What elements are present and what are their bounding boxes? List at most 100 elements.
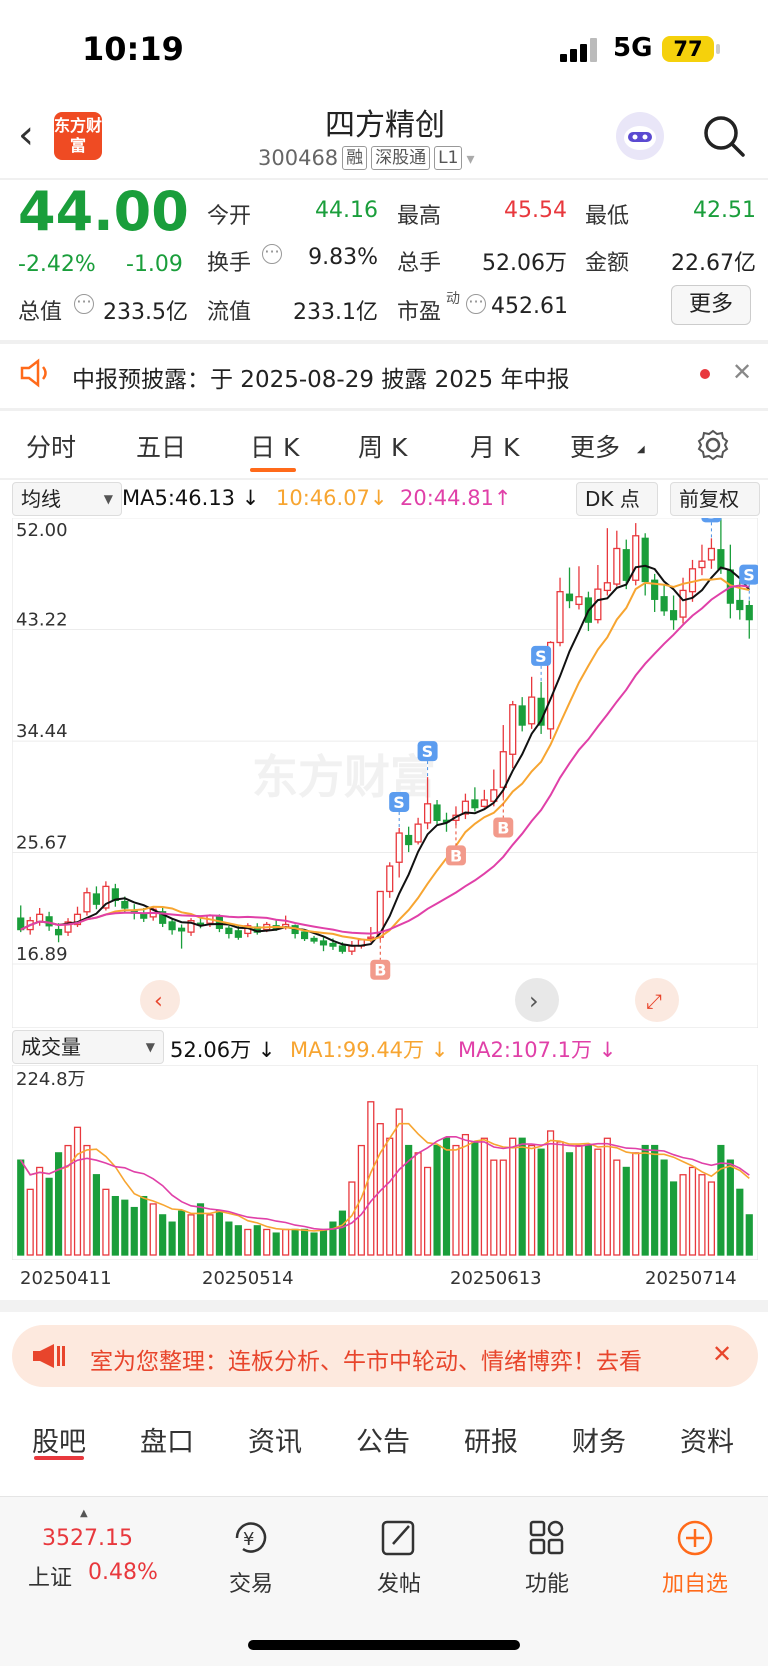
candle-body bbox=[225, 927, 233, 935]
volume-bar bbox=[736, 1188, 744, 1256]
chevron-down-icon[interactable]: ▾ bbox=[466, 149, 474, 168]
post-button[interactable]: 发帖 bbox=[344, 1518, 454, 1598]
volume-bar bbox=[688, 1166, 697, 1256]
last-price: 44.00 bbox=[18, 180, 189, 243]
tab-daily-k[interactable]: 日 K bbox=[250, 428, 299, 464]
section-gap bbox=[0, 1300, 768, 1312]
close-icon[interactable]: ✕ bbox=[712, 1340, 732, 1368]
megaphone-icon bbox=[33, 1344, 65, 1368]
close-icon[interactable]: ✕ bbox=[732, 358, 752, 386]
tab-five-day[interactable]: 五日 bbox=[136, 428, 186, 464]
pe-value: 452.61 bbox=[491, 294, 568, 319]
volume-bar bbox=[556, 1141, 564, 1256]
info-icon[interactable]: ··· bbox=[466, 294, 486, 314]
signal-icon bbox=[560, 38, 597, 62]
stock-name: 四方精创 bbox=[325, 108, 445, 143]
candle-body bbox=[45, 916, 53, 927]
change-percent: -2.42% bbox=[18, 252, 96, 277]
back-icon[interactable]: ‹ bbox=[18, 112, 34, 158]
candle-body bbox=[518, 705, 526, 726]
gear-icon[interactable] bbox=[696, 428, 730, 462]
marker-label: S bbox=[393, 793, 405, 812]
candlestick-chart[interactable]: 东方财富 SSSSBBBS 52.0043.2234.4425.6716.89 … bbox=[12, 518, 758, 1028]
candle-body bbox=[177, 927, 186, 932]
volume-bar bbox=[111, 1195, 119, 1256]
tab-finance[interactable]: 财务 bbox=[572, 1420, 626, 1459]
functions-button[interactable]: 功能 bbox=[492, 1518, 602, 1598]
volume-bar bbox=[518, 1137, 526, 1256]
tab-news[interactable]: 资讯 bbox=[248, 1420, 302, 1459]
tab-intraday[interactable]: 分时 bbox=[26, 428, 76, 464]
volume-bar bbox=[613, 1159, 621, 1256]
volume-bar bbox=[679, 1174, 687, 1256]
volume-bar bbox=[565, 1152, 574, 1256]
more-button[interactable]: 更多 bbox=[671, 285, 751, 325]
info-icon[interactable]: ··· bbox=[262, 244, 282, 264]
tab-announcements[interactable]: 公告 bbox=[356, 1420, 410, 1459]
tab-forum[interactable]: 股吧 bbox=[32, 1420, 86, 1459]
candle-body bbox=[707, 547, 716, 561]
volume-bar bbox=[17, 1159, 25, 1256]
candle-body bbox=[92, 893, 101, 905]
candle-body bbox=[433, 804, 441, 821]
dk-point-button[interactable]: DK 点 bbox=[576, 482, 658, 516]
candle-body bbox=[83, 892, 91, 913]
info-icon[interactable]: ··· bbox=[74, 294, 94, 314]
robot-icon bbox=[624, 126, 656, 150]
candle-body bbox=[234, 930, 242, 938]
tab-market[interactable]: 盘口 bbox=[140, 1420, 194, 1459]
marker-label: B bbox=[497, 818, 509, 837]
volume-bar bbox=[461, 1133, 470, 1256]
tab-monthly-k[interactable]: 月 K bbox=[470, 428, 519, 464]
add-watchlist-button[interactable]: 加自选 bbox=[640, 1518, 750, 1598]
volume-bar bbox=[291, 1228, 299, 1256]
high-label: 最高 bbox=[397, 204, 442, 229]
turnover-label: 换手 bbox=[207, 251, 252, 276]
dropdown-arrow-icon: ◢ bbox=[637, 444, 645, 455]
volume-bar bbox=[149, 1203, 157, 1256]
adjust-button[interactable]: 前复权 bbox=[670, 482, 760, 516]
volume-bar bbox=[225, 1221, 233, 1256]
volume-bar bbox=[206, 1214, 214, 1256]
tab-profile[interactable]: 资料 bbox=[680, 1420, 734, 1459]
tag-connect: 深股通 bbox=[371, 146, 431, 170]
candle-body bbox=[594, 588, 602, 621]
volume-bar bbox=[386, 1137, 394, 1256]
search-icon[interactable] bbox=[702, 114, 746, 158]
volume-chart[interactable]: 224.8万 bbox=[12, 1065, 758, 1260]
index-change: 0.48% bbox=[88, 1560, 158, 1585]
volume-indicator-select[interactable]: 成交量 ▼ bbox=[12, 1030, 164, 1064]
indicator-select[interactable]: 均线 ▼ bbox=[12, 482, 122, 516]
trade-label: 交易 bbox=[228, 1572, 273, 1597]
index-value[interactable]: 3527.15 bbox=[42, 1526, 133, 1551]
volume-bar bbox=[300, 1228, 309, 1256]
assistant-avatar[interactable] bbox=[616, 112, 664, 160]
volume-title: 成交量 bbox=[21, 1035, 81, 1059]
divider bbox=[0, 408, 768, 411]
volume-bar bbox=[263, 1228, 271, 1256]
volume-bar bbox=[414, 1152, 422, 1256]
trade-button[interactable]: ¥ 交易 bbox=[196, 1518, 306, 1598]
float-cap-label: 流值 bbox=[207, 300, 252, 325]
candle-body bbox=[140, 913, 148, 919]
left-arrow-icon: ‹ bbox=[154, 989, 163, 1014]
battery-icon: 77 bbox=[662, 36, 714, 62]
indicator-label: 均线 bbox=[21, 487, 61, 511]
volume-bar bbox=[130, 1206, 138, 1256]
volume-bar bbox=[632, 1152, 640, 1256]
candle-body bbox=[338, 945, 347, 952]
tab-research[interactable]: 研报 bbox=[464, 1420, 518, 1459]
volume-bar bbox=[745, 1214, 753, 1256]
volume-bar bbox=[140, 1195, 148, 1256]
tab-more[interactable]: 更多 bbox=[570, 428, 620, 464]
marker-label: S bbox=[743, 566, 755, 585]
candle-body bbox=[414, 823, 422, 843]
tab-weekly-k[interactable]: 周 K bbox=[358, 428, 407, 464]
volume-bar bbox=[442, 1137, 451, 1256]
volume-bar bbox=[707, 1181, 716, 1256]
y-tick-label: 34.44 bbox=[16, 721, 68, 742]
open-value: 44.16 bbox=[315, 198, 378, 223]
vol-ma2-label: MA2:107.1万 ↓ bbox=[458, 1038, 617, 1062]
mcap-label: 总值 bbox=[18, 300, 63, 325]
volume-bar bbox=[36, 1166, 44, 1256]
